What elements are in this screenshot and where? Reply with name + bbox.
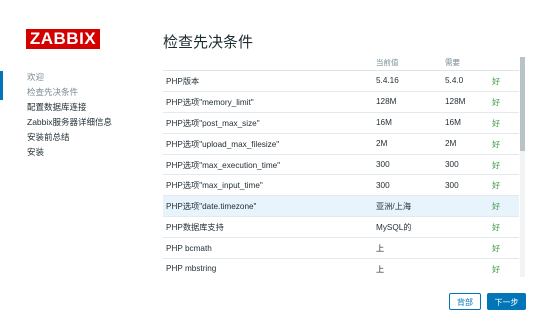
- row-name: PHP选项"memory_limit": [163, 91, 373, 113]
- row-current: MySQL的: [373, 216, 442, 239]
- row-status: 好: [489, 154, 519, 176]
- row-current: 16M: [373, 112, 442, 134]
- row-current: 300: [373, 154, 442, 176]
- row-current: 128M: [373, 91, 442, 113]
- row-name: PHP bcmath: [163, 237, 373, 260]
- row-current: 300: [373, 174, 442, 197]
- header-required: 需要: [442, 54, 489, 71]
- setup-steps-sidebar: 欢迎 检查先决条件 配置数据库连接 Zabbix服务器详细信息 安装前总结 安装: [0, 70, 150, 160]
- row-current: 亚洲/上海: [373, 195, 442, 218]
- table-row: PHP mbstring 上 好: [163, 258, 519, 276]
- row-status: 好: [489, 216, 519, 239]
- back-button[interactable]: 背部: [449, 293, 481, 310]
- table-row: PHP选项"max_input_time" 300 300 好: [163, 174, 519, 197]
- step-install[interactable]: 安装: [0, 145, 150, 160]
- table-row: PHP选项"memory_limit" 128M 128M 好: [163, 91, 519, 113]
- header-name: [163, 54, 373, 71]
- row-status: 好: [489, 70, 519, 92]
- next-button[interactable]: 下一步: [487, 293, 526, 310]
- row-status: 好: [489, 258, 519, 276]
- table-row: PHP选项"post_max_size" 16M 16M 好: [163, 112, 519, 134]
- table-row: PHP bcmath 上 好: [163, 237, 519, 260]
- scrollbar-thumb[interactable]: [520, 57, 525, 151]
- row-current: 2M: [373, 133, 442, 155]
- row-name: PHP选项"max_execution_time": [163, 154, 373, 176]
- table-header-row: 当前值 需要: [163, 54, 519, 71]
- prerequisites-table-container[interactable]: 当前值 需要 PHP版本 5.4.16 5.4.0 好 PHP选项"memory…: [163, 54, 519, 276]
- table-row: PHP版本 5.4.16 5.4.0 好: [163, 70, 519, 92]
- row-name: PHP选项"max_input_time": [163, 174, 373, 197]
- table-row: PHP选项"upload_max_filesize" 2M 2M 好: [163, 133, 519, 155]
- row-required: 300: [442, 154, 489, 176]
- table-row: PHP数据库支持 MySQL的 好: [163, 216, 519, 239]
- header-status: [489, 54, 519, 71]
- row-status: 好: [489, 195, 519, 218]
- row-status: 好: [489, 174, 519, 197]
- step-welcome[interactable]: 欢迎: [0, 70, 150, 85]
- step-configure-db[interactable]: 配置数据库连接: [0, 100, 150, 115]
- row-name: PHP选项"upload_max_filesize": [163, 133, 373, 155]
- row-required: [442, 258, 489, 276]
- step-check-prerequisites[interactable]: 检查先决条件: [0, 71, 150, 100]
- row-name: PHP选项"post_max_size": [163, 112, 373, 134]
- row-name: PHP版本: [163, 70, 373, 92]
- row-required: 5.4.0: [442, 70, 489, 92]
- table-scrollbar[interactable]: [520, 57, 525, 277]
- row-required: 16M: [442, 112, 489, 134]
- page-title: 检查先决条件: [163, 34, 254, 51]
- row-required: [442, 237, 489, 260]
- row-name: PHP数据库支持: [163, 216, 373, 239]
- row-status: 好: [489, 237, 519, 260]
- row-name: PHP mbstring: [163, 258, 373, 276]
- header-current: 当前值: [373, 54, 442, 71]
- row-current: 上: [373, 258, 442, 276]
- step-pre-install-summary[interactable]: 安装前总结: [0, 130, 150, 145]
- row-current: 5.4.16: [373, 70, 442, 92]
- row-required: 2M: [442, 133, 489, 155]
- row-required: [442, 195, 489, 218]
- step-server-details[interactable]: Zabbix服务器详细信息: [0, 115, 150, 130]
- table-row-highlighted: PHP选项"date.timezone" 亚洲/上海 好: [163, 195, 519, 218]
- row-required: 128M: [442, 91, 489, 113]
- row-name: PHP选项"date.timezone": [163, 195, 373, 218]
- table-row: PHP选项"max_execution_time" 300 300 好: [163, 154, 519, 176]
- row-status: 好: [489, 133, 519, 155]
- row-required: [442, 216, 489, 239]
- row-status: 好: [489, 91, 519, 113]
- row-status: 好: [489, 112, 519, 134]
- row-current: 上: [373, 237, 442, 260]
- row-required: 300: [442, 174, 489, 197]
- zabbix-logo: ZABBIX: [26, 29, 100, 49]
- prerequisites-table: 当前值 需要 PHP版本 5.4.16 5.4.0 好 PHP选项"memory…: [163, 54, 519, 276]
